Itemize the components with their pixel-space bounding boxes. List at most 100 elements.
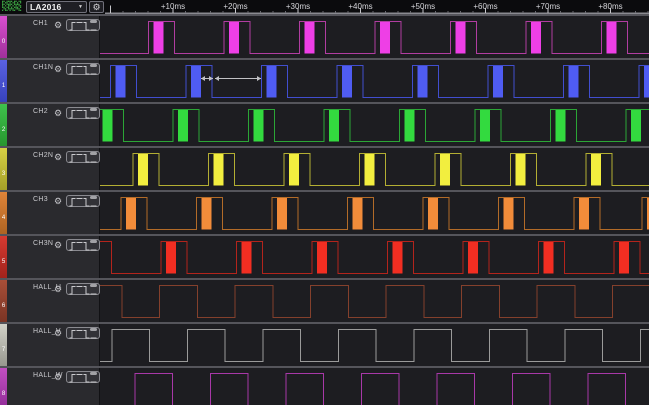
channel-color-strip[interactable] [0,16,7,58]
channel-settings-gear-icon[interactable]: ⚙ [52,239,64,251]
row-drag-handle[interactable] [90,152,97,155]
channel-color-strip[interactable] [0,324,7,366]
waveform-ch1[interactable] [100,16,649,58]
waveform-ch2n[interactable] [100,148,649,190]
rising-edge-trigger-icon[interactable] [69,327,76,339]
channel-number: 3 [0,171,7,177]
channel-label[interactable]: 7HALL_V⚙ [0,324,100,366]
channel-color-strip[interactable] [0,280,7,322]
high-level-trigger-icon[interactable] [76,327,83,339]
channel-row-ch2n: 3 CH2N⚙ [0,146,649,190]
channel-color-strip[interactable] [0,368,7,405]
row-drag-handle[interactable] [90,328,97,331]
channel-label[interactable]: 1 CH1N⚙ [0,60,100,102]
falling-edge-trigger-icon[interactable] [83,151,90,163]
high-level-trigger-icon[interactable] [76,19,83,31]
rising-edge-trigger-icon[interactable] [69,195,76,207]
row-drag-handle[interactable] [90,284,97,287]
channel-settings-gear-icon[interactable]: ⚙ [52,151,64,163]
channel-color-strip[interactable] [0,104,7,146]
channel-row-ch1n: 1 CH1N⚙ [0,58,649,102]
channel-label[interactable]: 8HALL_W⚙ [0,368,100,405]
row-drag-handle[interactable] [90,108,97,111]
channel-rows: 0CH1⚙1CH1N⚙2CH2⚙3CH2N⚙4CH3⚙5CH3N⚙6HALL_U… [0,14,649,405]
channel-label[interactable]: 5CH3N⚙ [0,236,100,278]
channel-color-strip[interactable] [0,148,7,190]
high-level-trigger-icon[interactable] [76,107,83,119]
channel-settings-gear-icon[interactable]: ⚙ [52,19,64,31]
waveform-ch2[interactable] [100,104,649,146]
svg-text:+10ms: +10ms [161,2,185,11]
channel-color-strip[interactable] [0,236,7,278]
row-drag-handle[interactable] [90,196,97,199]
falling-edge-trigger-icon[interactable] [83,371,90,383]
channel-row-ch3n: 5CH3N⚙ [0,234,649,278]
high-level-trigger-icon[interactable] [76,63,83,75]
chevron-down-icon: ▼ [78,4,83,10]
channel-label[interactable]: 4CH3⚙ [0,192,100,234]
waveform-hall_v[interactable] [100,324,649,366]
high-level-trigger-icon[interactable] [76,283,83,295]
row-drag-handle[interactable] [90,372,97,375]
channel-label[interactable]: 2CH2⚙ [0,104,100,146]
row-drag-handle[interactable] [90,64,97,67]
falling-edge-trigger-icon[interactable] [83,107,90,119]
channel-number: 1 [0,83,7,89]
channel-row-hall_u: 6HALL_U⚙ [0,278,649,322]
measurement-arrow[interactable] [215,76,261,81]
rising-edge-trigger-icon[interactable] [69,283,76,295]
falling-edge-trigger-icon[interactable] [83,239,90,251]
svg-text:+50ms: +50ms [411,2,435,11]
falling-edge-trigger-icon[interactable] [83,63,90,75]
rising-edge-trigger-icon[interactable] [69,239,76,251]
high-level-trigger-icon[interactable] [76,151,83,163]
channel-row-ch1: 0CH1⚙ [0,14,649,58]
channel-settings-gear-icon[interactable]: ⚙ [52,63,64,75]
falling-edge-trigger-icon[interactable] [83,195,90,207]
channel-label[interactable]: 0CH1⚙ [0,16,100,58]
falling-edge-trigger-icon[interactable] [83,327,90,339]
high-level-trigger-icon[interactable] [76,195,83,207]
channel-settings-gear-icon[interactable]: ⚙ [52,107,64,119]
channel-number: 8 [0,391,7,397]
channel-color-strip[interactable] [0,192,7,234]
channel-row-hall_v: 7HALL_V⚙ [0,322,649,366]
channel-label[interactable]: 3 CH2N⚙ [0,148,100,190]
channel-settings-gear-icon[interactable]: ⚙ [52,283,64,295]
channel-color-strip[interactable] [0,60,7,102]
svg-text:+60ms: +60ms [473,2,497,11]
channel-name: CH2N [33,152,53,159]
falling-edge-trigger-icon[interactable] [83,19,90,31]
rising-edge-trigger-icon[interactable] [69,371,76,383]
high-level-trigger-icon[interactable] [76,371,83,383]
channel-number: 6 [0,303,7,309]
timeline-ruler[interactable]: +10ms+20ms+30ms+40ms+50ms+60ms+70ms+80ms [100,0,649,14]
falling-edge-trigger-icon[interactable] [83,283,90,295]
rising-edge-trigger-icon[interactable] [69,63,76,75]
channel-name: CH1N [33,64,53,71]
waveform-ch3n[interactable] [100,236,649,278]
channel-settings-gear-icon[interactable]: ⚙ [52,195,64,207]
rising-edge-trigger-icon[interactable] [69,151,76,163]
channel-settings-gear-icon[interactable]: ⚙ [52,371,64,383]
channel-name: CH1 [33,20,48,27]
waveform-hall_w[interactable] [100,368,649,405]
svg-text:+20ms: +20ms [223,2,247,11]
device-select-button[interactable]: LA2016 ▼ [26,1,87,13]
rising-edge-trigger-icon[interactable] [69,107,76,119]
row-drag-handle[interactable] [90,240,97,243]
rising-edge-trigger-icon[interactable] [69,19,76,31]
channel-label[interactable]: 6HALL_U⚙ [0,280,100,322]
svg-text:+70ms: +70ms [536,2,560,11]
channel-row-hall_w: 8HALL_W⚙ [0,366,649,405]
channel-settings-gear-icon[interactable]: ⚙ [52,327,64,339]
channel-row-ch3: 4CH3⚙ [0,190,649,234]
waveform-ch3[interactable] [100,192,649,234]
waveform-hall_u[interactable] [100,280,649,322]
high-level-trigger-icon[interactable] [76,239,83,251]
waveform-ch1n[interactable] [100,60,649,102]
settings-button[interactable]: ⚙ [89,1,104,13]
measurement-arrow[interactable] [201,76,213,81]
row-drag-handle[interactable] [90,20,97,23]
channel-name: CH2 [33,108,48,115]
